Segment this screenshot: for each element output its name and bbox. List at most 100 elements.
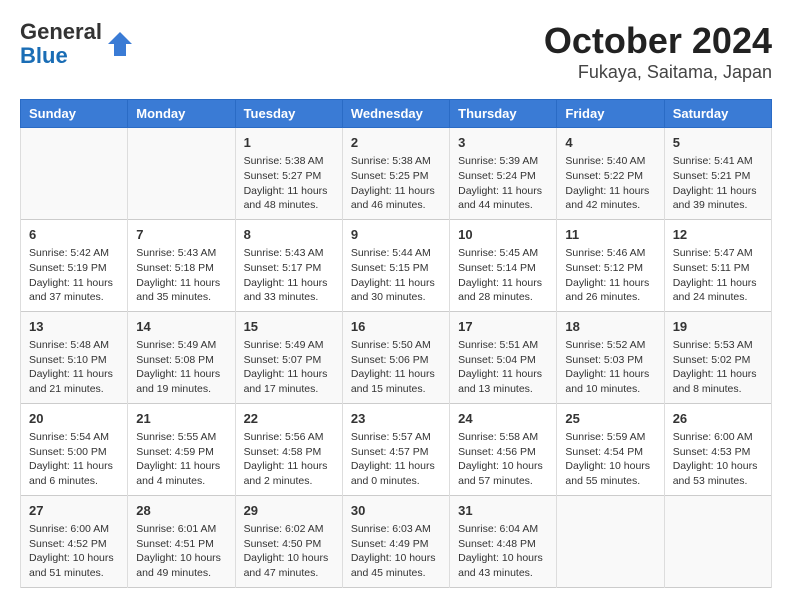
day-number: 22 (244, 410, 334, 428)
day-info: Sunrise: 5:45 AM Sunset: 5:14 PM Dayligh… (458, 246, 548, 305)
col-saturday: Saturday (664, 100, 771, 128)
day-info: Sunrise: 6:00 AM Sunset: 4:52 PM Dayligh… (29, 522, 119, 581)
day-number: 17 (458, 318, 548, 336)
day-info: Sunrise: 5:42 AM Sunset: 5:19 PM Dayligh… (29, 246, 119, 305)
day-number: 29 (244, 502, 334, 520)
day-number: 6 (29, 226, 119, 244)
day-number: 14 (136, 318, 226, 336)
calendar-cell: 21Sunrise: 5:55 AM Sunset: 4:59 PM Dayli… (128, 403, 235, 495)
day-info: Sunrise: 5:38 AM Sunset: 5:27 PM Dayligh… (244, 154, 334, 213)
calendar-cell: 15 Sunrise: 5:49 AM Sunset: 5:07 PM Dayli… (235, 311, 342, 403)
day-number: 30 (351, 502, 441, 520)
day-info: Sunrise: 6:02 AM Sunset: 4:50 PM Dayligh… (244, 522, 334, 581)
day-number: 31 (458, 502, 548, 520)
calendar-body: 1Sunrise: 5:38 AM Sunset: 5:27 PM Daylig… (21, 128, 772, 588)
calendar-cell: 14 Sunrise: 5:49 AM Sunset: 5:08 PM Dayli… (128, 311, 235, 403)
calendar-cell (128, 128, 235, 220)
day-number: 8 (244, 226, 334, 244)
day-info: Sunrise: 5:52 AM Sunset: 5:03 PM Dayligh… (565, 338, 655, 397)
calendar-cell: 25 Sunrise: 5:59 AM Sunset: 4:54 PM Dayli… (557, 403, 664, 495)
day-number: 7 (136, 226, 226, 244)
day-info: Sunrise: 5:53 AM Sunset: 5:02 PM Dayligh… (673, 338, 763, 397)
day-info: Sunrise: 5:46 AM Sunset: 5:12 PM Dayligh… (565, 246, 655, 305)
calendar-cell: 12Sunrise: 5:47 AM Sunset: 5:11 PM Dayli… (664, 219, 771, 311)
calendar-week-row: 20Sunrise: 5:54 AM Sunset: 5:00 PM Dayli… (21, 403, 772, 495)
calendar-cell: 9 Sunrise: 5:44 AM Sunset: 5:15 PM Daylig… (342, 219, 449, 311)
header-row: Sunday Monday Tuesday Wednesday Thursday… (21, 100, 772, 128)
col-tuesday: Tuesday (235, 100, 342, 128)
day-info: Sunrise: 6:03 AM Sunset: 4:49 PM Dayligh… (351, 522, 441, 581)
day-number: 5 (673, 134, 763, 152)
page-subtitle: Fukaya, Saitama, Japan (544, 62, 772, 83)
day-info: Sunrise: 5:43 AM Sunset: 5:18 PM Dayligh… (136, 246, 226, 305)
day-number: 26 (673, 410, 763, 428)
col-monday: Monday (128, 100, 235, 128)
col-wednesday: Wednesday (342, 100, 449, 128)
calendar-week-row: 13 Sunrise: 5:48 AM Sunset: 5:10 PM Dayli… (21, 311, 772, 403)
day-number: 9 (351, 226, 441, 244)
day-number: 20 (29, 410, 119, 428)
day-number: 13 (29, 318, 119, 336)
day-info: Sunrise: 5:43 AM Sunset: 5:17 PM Dayligh… (244, 246, 334, 305)
calendar-cell (21, 128, 128, 220)
calendar-cell: 10Sunrise: 5:45 AM Sunset: 5:14 PM Dayli… (450, 219, 557, 311)
day-info: Sunrise: 5:50 AM Sunset: 5:06 PM Dayligh… (351, 338, 441, 397)
calendar-cell: 30 Sunrise: 6:03 AM Sunset: 4:49 PM Dayli… (342, 495, 449, 587)
day-number: 3 (458, 134, 548, 152)
calendar-cell: 24 Sunrise: 5:58 AM Sunset: 4:56 PM Dayli… (450, 403, 557, 495)
calendar-cell: 3 Sunrise: 5:39 AM Sunset: 5:24 PM Daylig… (450, 128, 557, 220)
calendar-cell: 31 Sunrise: 6:04 AM Sunset: 4:48 PM Dayli… (450, 495, 557, 587)
logo-icon (106, 30, 130, 58)
calendar-cell: 4 Sunrise: 5:40 AM Sunset: 5:22 PM Daylig… (557, 128, 664, 220)
page-header: General Blue October 2024 Fukaya, Saitam… (20, 20, 772, 83)
calendar-cell: 26Sunrise: 6:00 AM Sunset: 4:53 PM Dayli… (664, 403, 771, 495)
calendar-header: Sunday Monday Tuesday Wednesday Thursday… (21, 100, 772, 128)
day-number: 23 (351, 410, 441, 428)
day-number: 15 (244, 318, 334, 336)
day-info: Sunrise: 5:41 AM Sunset: 5:21 PM Dayligh… (673, 154, 763, 213)
day-info: Sunrise: 5:39 AM Sunset: 5:24 PM Dayligh… (458, 154, 548, 213)
calendar-table: Sunday Monday Tuesday Wednesday Thursday… (20, 99, 772, 588)
day-info: Sunrise: 5:51 AM Sunset: 5:04 PM Dayligh… (458, 338, 548, 397)
calendar-week-row: 1Sunrise: 5:38 AM Sunset: 5:27 PM Daylig… (21, 128, 772, 220)
calendar-cell: 2Sunrise: 5:38 AM Sunset: 5:25 PM Daylig… (342, 128, 449, 220)
day-number: 11 (565, 226, 655, 244)
calendar-cell: 27 Sunrise: 6:00 AM Sunset: 4:52 PM Dayli… (21, 495, 128, 587)
calendar-cell: 13 Sunrise: 5:48 AM Sunset: 5:10 PM Dayli… (21, 311, 128, 403)
day-info: Sunrise: 5:58 AM Sunset: 4:56 PM Dayligh… (458, 430, 548, 489)
calendar-cell: 18 Sunrise: 5:52 AM Sunset: 5:03 PM Dayli… (557, 311, 664, 403)
calendar-cell: 20Sunrise: 5:54 AM Sunset: 5:00 PM Dayli… (21, 403, 128, 495)
day-info: Sunrise: 5:44 AM Sunset: 5:15 PM Dayligh… (351, 246, 441, 305)
day-info: Sunrise: 5:38 AM Sunset: 5:25 PM Dayligh… (351, 154, 441, 213)
calendar-cell: 1Sunrise: 5:38 AM Sunset: 5:27 PM Daylig… (235, 128, 342, 220)
logo-blue-text: Blue (20, 44, 102, 68)
calendar-cell: 16Sunrise: 5:50 AM Sunset: 5:06 PM Dayli… (342, 311, 449, 403)
calendar-cell: 7 Sunrise: 5:43 AM Sunset: 5:18 PM Daylig… (128, 219, 235, 311)
day-info: Sunrise: 6:04 AM Sunset: 4:48 PM Dayligh… (458, 522, 548, 581)
day-number: 28 (136, 502, 226, 520)
day-number: 21 (136, 410, 226, 428)
calendar-cell: 6 Sunrise: 5:42 AM Sunset: 5:19 PM Daylig… (21, 219, 128, 311)
day-number: 12 (673, 226, 763, 244)
col-friday: Friday (557, 100, 664, 128)
day-number: 18 (565, 318, 655, 336)
day-info: Sunrise: 5:48 AM Sunset: 5:10 PM Dayligh… (29, 338, 119, 397)
day-number: 27 (29, 502, 119, 520)
day-number: 24 (458, 410, 548, 428)
calendar-cell: 11 Sunrise: 5:46 AM Sunset: 5:12 PM Dayli… (557, 219, 664, 311)
calendar-cell: 19Sunrise: 5:53 AM Sunset: 5:02 PM Dayli… (664, 311, 771, 403)
col-thursday: Thursday (450, 100, 557, 128)
calendar-cell (664, 495, 771, 587)
page-title: October 2024 (544, 20, 772, 62)
day-info: Sunrise: 5:49 AM Sunset: 5:08 PM Dayligh… (136, 338, 226, 397)
col-sunday: Sunday (21, 100, 128, 128)
day-number: 25 (565, 410, 655, 428)
day-info: Sunrise: 5:49 AM Sunset: 5:07 PM Dayligh… (244, 338, 334, 397)
calendar-cell: 22 Sunrise: 5:56 AM Sunset: 4:58 PM Dayli… (235, 403, 342, 495)
calendar-cell: 5 Sunrise: 5:41 AM Sunset: 5:21 PM Daylig… (664, 128, 771, 220)
title-block: October 2024 Fukaya, Saitama, Japan (544, 20, 772, 83)
day-info: Sunrise: 5:56 AM Sunset: 4:58 PM Dayligh… (244, 430, 334, 489)
day-number: 4 (565, 134, 655, 152)
day-info: Sunrise: 5:59 AM Sunset: 4:54 PM Dayligh… (565, 430, 655, 489)
day-info: Sunrise: 5:40 AM Sunset: 5:22 PM Dayligh… (565, 154, 655, 213)
